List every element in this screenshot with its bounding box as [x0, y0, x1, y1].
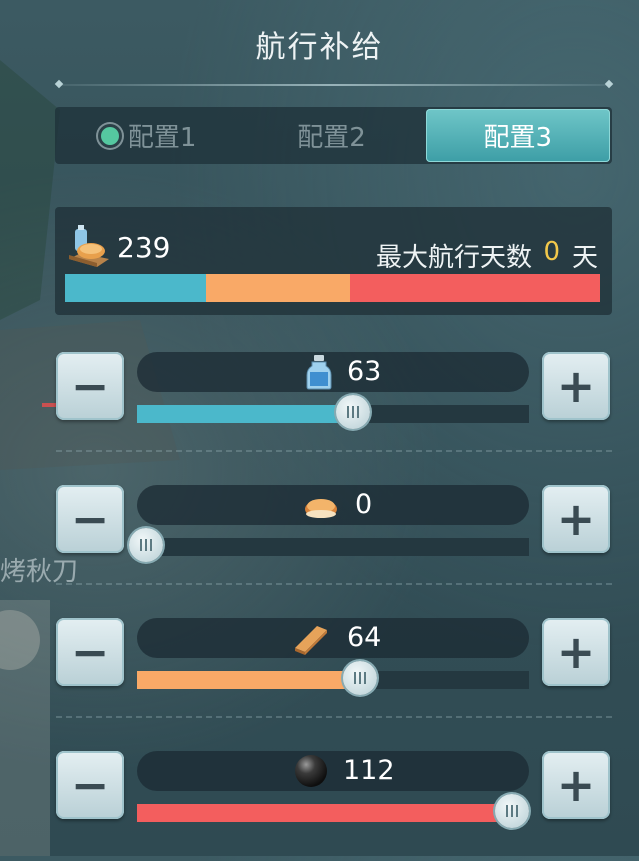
config-tabs: 配置1 配置2 配置3 [55, 107, 612, 164]
increase-wood-button[interactable]: + [542, 618, 610, 686]
minus-icon: − [70, 758, 110, 812]
row-divider [56, 450, 612, 452]
row-divider [56, 583, 612, 585]
wood-slider-handle[interactable] [343, 661, 378, 695]
bread-icon [305, 499, 337, 518]
bread-slider[interactable] [129, 528, 529, 562]
decrease-wood-button[interactable]: − [56, 618, 124, 686]
plus-icon: + [556, 359, 596, 413]
water-bottle-icon [306, 355, 332, 390]
water-slider[interactable] [137, 395, 529, 429]
tab-config-2-label: 配置2 [297, 123, 366, 153]
tab-config-3-label: 配置3 [483, 123, 553, 153]
decrease-bread-button[interactable]: − [56, 485, 124, 553]
wood-slider[interactable] [137, 661, 529, 695]
cannonball-slider-handle[interactable] [495, 794, 530, 828]
plus-icon: + [556, 492, 596, 546]
food-segment [205, 274, 350, 302]
bread-pill: 0 [137, 485, 529, 525]
wood-fill [137, 671, 361, 689]
increase-water-button[interactable]: + [542, 352, 610, 420]
minus-icon: − [70, 359, 110, 413]
cannonball-fill [137, 804, 518, 822]
wood-quantity: 64 [347, 622, 382, 653]
supply-total: 239 [117, 231, 171, 264]
supply-row-cannonball: − 112 + [0, 751, 639, 861]
tab-config-1-label: 配置1 [127, 123, 197, 153]
cannonball-quantity: 112 [343, 755, 395, 786]
bread-quantity: 0 [355, 489, 373, 520]
minus-icon: − [70, 492, 110, 546]
food-supply-icon [69, 225, 109, 267]
max-days-label: 最大航行天数 [375, 243, 532, 273]
supply-summary: 239 最大航行天数 0 天 [55, 207, 612, 315]
water-quantity: 63 [347, 356, 382, 387]
tab-config-1[interactable]: 配置1 [55, 107, 239, 164]
increase-bread-button[interactable]: + [542, 485, 610, 553]
cannonball-pill: 112 [137, 751, 529, 791]
cannonball-slider[interactable] [137, 794, 530, 828]
plus-icon: + [556, 758, 596, 812]
bread-slider-handle[interactable] [129, 528, 163, 562]
minus-icon: − [70, 625, 110, 679]
tab-config-3[interactable]: 配置3 [425, 109, 610, 162]
cannonball-icon [295, 755, 327, 787]
supply-row-bread: − 0 + [0, 485, 639, 595]
water-fill [137, 405, 353, 423]
selected-dot-icon [97, 123, 122, 148]
tab-config-2[interactable]: 配置2 [239, 107, 423, 164]
max-days-value: 0 [543, 237, 560, 267]
wood-pill: 64 [137, 618, 529, 658]
supply-composition-bar [65, 274, 600, 302]
row-divider [56, 716, 612, 718]
voyage-supply-panel: 航行补给 配置1 配置2 配置3 239 最大航行天数 0 天 − 63 + −… [0, 0, 639, 856]
days-unit: 天 [571, 243, 598, 273]
supply-row-water: − 63 + [0, 352, 639, 462]
supply-row-wood: − 64 + [0, 618, 639, 728]
ammo-segment [349, 274, 600, 302]
panel-title: 航行补给 [255, 30, 384, 65]
plus-icon: + [556, 625, 596, 679]
title-divider [58, 84, 610, 86]
decrease-water-button[interactable]: − [56, 352, 124, 420]
increase-cannonball-button[interactable]: + [542, 751, 610, 819]
wood-plank-icon [295, 626, 327, 655]
water-slider-handle[interactable] [335, 395, 370, 429]
water-pill: 63 [137, 352, 529, 392]
decrease-cannonball-button[interactable]: − [56, 751, 124, 819]
water-segment [65, 274, 206, 302]
